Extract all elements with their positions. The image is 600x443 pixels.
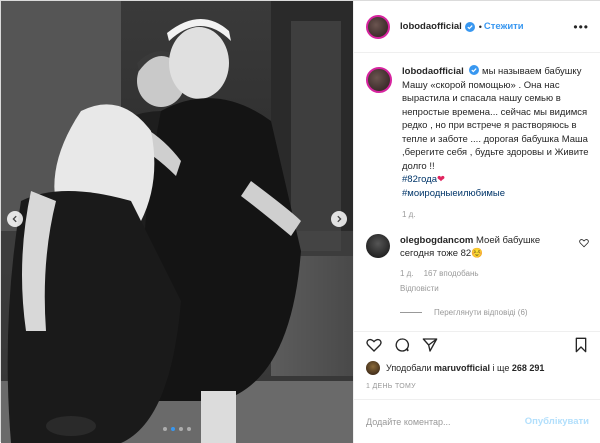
hashtag-family[interactable]: #моиродныеилюбимые — [402, 187, 589, 201]
view-replies-label[interactable]: Переглянути відповіді (6) — [434, 308, 528, 317]
author-avatar[interactable] — [366, 14, 390, 39]
commenter-username[interactable]: olegbogdancom — [400, 235, 473, 246]
comment-item: olegbogdancom Моей бабушке сегодня тоже … — [366, 233, 589, 296]
caption-timestamp[interactable]: 1 д. — [402, 208, 589, 222]
separator-dot: • — [478, 21, 482, 32]
next-photo-button[interactable] — [331, 211, 347, 227]
verified-badge-icon — [464, 21, 475, 32]
caption-body: lobodaofficial мы называем бабушку Машу … — [402, 65, 589, 222]
comment-reply-row: Відповісти — [400, 282, 570, 296]
comment-button[interactable] — [394, 337, 410, 353]
instagram-post: lobodaofficial • Стежити ••• lobodaoffic… — [0, 0, 600, 443]
verified-badge-icon — [469, 65, 480, 75]
view-replies-button[interactable]: Переглянути відповіді (6) — [400, 308, 589, 317]
carousel-dot-active — [171, 427, 175, 431]
carousel-dot — [187, 427, 191, 431]
comment-timestamp[interactable]: 1 д. — [400, 267, 414, 281]
author-username[interactable]: lobodaofficial — [400, 21, 462, 32]
comment-meta: 1 д. 167 вподобань — [400, 267, 570, 281]
hashtag-link[interactable]: #82года❤ — [402, 173, 589, 187]
caption-author-avatar[interactable] — [366, 67, 392, 93]
add-comment-bar: Опублікувати — [354, 399, 600, 443]
comment-like-icon[interactable] — [579, 238, 589, 248]
share-icon — [422, 337, 438, 352]
replies-divider-line — [400, 311, 422, 313]
likes-count[interactable]: 268 291 — [512, 363, 545, 373]
caption-username[interactable]: lobodaofficial — [402, 66, 464, 77]
post-side-panel: lobodaofficial • Стежити ••• lobodaoffic… — [353, 1, 600, 443]
like-button[interactable] — [366, 337, 382, 353]
publish-button[interactable]: Опублікувати — [525, 416, 589, 427]
comment-likes[interactable]: 167 вподобань — [424, 267, 479, 281]
chevron-left-icon — [12, 215, 17, 223]
comment-input[interactable] — [366, 416, 525, 427]
likes-prefix: Уподобали — [386, 363, 432, 373]
comment-body: olegbogdancom Моей бабушке сегодня тоже … — [400, 234, 570, 296]
post-header: lobodaofficial • Стежити ••• — [354, 1, 600, 53]
comments-section: lobodaofficial мы называем бабушку Машу … — [354, 53, 600, 331]
photo-image — [1, 1, 353, 443]
caption-text: мы называем бабушку Машу «скорой помощью… — [402, 66, 589, 172]
more-options-icon[interactable]: ••• — [573, 20, 589, 34]
post-time-ago[interactable]: 1 ДЕНЬ ТОМУ — [366, 383, 416, 390]
carousel-dot — [163, 427, 167, 431]
follow-button[interactable]: Стежити — [484, 21, 524, 32]
post-photo[interactable] — [1, 1, 353, 443]
heart-icon — [366, 338, 382, 352]
hashtag-82[interactable]: #82года — [402, 174, 437, 185]
reply-button[interactable]: Відповісти — [400, 282, 439, 296]
commenter-avatar[interactable] — [366, 233, 390, 258]
red-heart-emoji: ❤ — [437, 174, 445, 185]
post-actions — [354, 331, 600, 357]
liker-username[interactable]: maruvofficial — [434, 363, 490, 373]
share-button[interactable] — [422, 337, 438, 353]
previous-photo-button[interactable] — [7, 211, 23, 227]
liker-avatar[interactable] — [366, 361, 380, 375]
carousel-indicator — [1, 427, 353, 431]
likes-middle: і ще — [492, 363, 510, 373]
bookmark-icon — [575, 337, 587, 352]
chevron-right-icon — [337, 215, 342, 223]
comment-icon — [395, 337, 410, 352]
save-button[interactable] — [573, 337, 589, 353]
carousel-dot — [179, 427, 183, 431]
likes-summary: Уподобали maruvofficial і ще 268 291 — [366, 361, 544, 375]
post-caption: lobodaofficial мы называем бабушку Машу … — [366, 65, 589, 222]
